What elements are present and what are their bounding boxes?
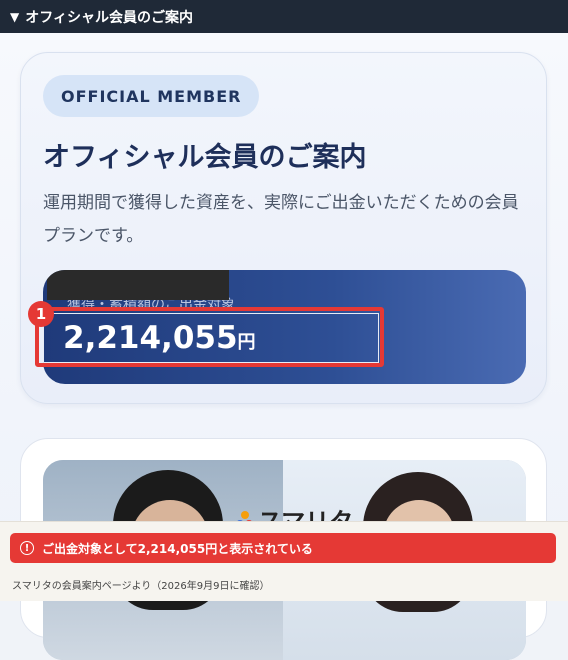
alert-exclamation-icon: !: [20, 541, 34, 555]
page-header[interactable]: ▼ オフィシャル会員のご案内: [0, 0, 568, 33]
collapse-triangle-icon[interactable]: ▼: [10, 10, 19, 24]
card-title: オフィシャル会員のご案内: [43, 142, 367, 173]
redaction-bar: [47, 270, 229, 300]
alert-banner: ! ご出金対象として2,214,055円と表示されている: [10, 533, 556, 563]
official-member-badge: OFFICIAL MEMBER: [43, 75, 260, 117]
card-description: 運用期間で獲得した資産を、実際にご出金いただくための会員プランです。: [43, 193, 519, 246]
header-title: オフィシャル会員のご案内: [25, 9, 193, 26]
annotation-marker: 1: [28, 301, 54, 327]
annotation-highlight-box: [35, 307, 384, 367]
alert-text: ご出金対象として2,214,055円と表示されている: [42, 541, 313, 556]
source-caption: スマリタの会員案内ページより（2026年9月9日に確認）: [12, 581, 270, 592]
